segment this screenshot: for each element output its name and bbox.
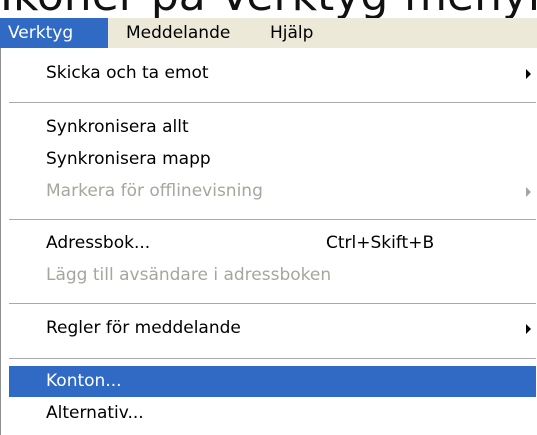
menubar-item-verktyg[interactable]: Verktyg <box>0 18 108 48</box>
menu-item-label: Regler för meddelande <box>46 318 241 338</box>
screen: Ikoner på Verktyg-menyn Verktyg Meddelan… <box>0 0 537 435</box>
menu-item-options[interactable]: Alternativ... <box>9 398 536 429</box>
menu-item-label: Skicka och ta emot <box>46 63 209 83</box>
submenu-arrow-icon <box>526 69 531 79</box>
menu-item-shortcut: Ctrl+Skift+B <box>326 233 435 253</box>
menubar-item-hjalp[interactable]: Hjälp <box>262 18 342 48</box>
menu-item-label: Alternativ... <box>46 403 144 423</box>
menu-item-mark-offline: Markera för offlinevisning <box>9 176 536 207</box>
page-caption: Ikoner på Verktyg-menyn <box>0 0 537 18</box>
menu-item-label: Synkronisera mapp <box>46 149 211 169</box>
menu-separator <box>9 102 536 103</box>
menubar-item-meddelande[interactable]: Meddelande <box>118 18 258 48</box>
submenu-arrow-icon <box>526 187 531 197</box>
submenu-arrow-icon <box>526 324 531 334</box>
tools-dropdown-menu: Skicka och ta emot Synkronisera allt Syn… <box>0 48 537 435</box>
menu-separator <box>9 303 536 304</box>
menu-separator <box>9 219 536 220</box>
menu-item-add-sender: Lägg till avsändare i adressboken <box>9 260 536 291</box>
menu-bar: Verktyg Meddelande Hjälp <box>0 18 537 49</box>
menu-item-sync-folder[interactable]: Synkronisera mapp <box>9 144 536 175</box>
menu-item-label: Konton... <box>46 371 122 391</box>
menu-item-accounts[interactable]: Konton... <box>9 366 536 397</box>
menu-item-message-rules[interactable]: Regler för meddelande <box>9 313 536 344</box>
menu-item-sync-all[interactable]: Synkronisera allt <box>9 112 536 143</box>
menu-item-send-receive[interactable]: Skicka och ta emot <box>9 58 536 89</box>
menu-item-label: Adressbok... <box>46 233 151 253</box>
menu-item-address-book[interactable]: Adressbok... Ctrl+Skift+B <box>9 228 536 259</box>
menu-item-label: Markera för offlinevisning <box>46 181 263 201</box>
menu-item-label: Lägg till avsändare i adressboken <box>46 265 332 285</box>
menu-item-label: Synkronisera allt <box>46 117 189 137</box>
menu-separator <box>9 358 536 359</box>
